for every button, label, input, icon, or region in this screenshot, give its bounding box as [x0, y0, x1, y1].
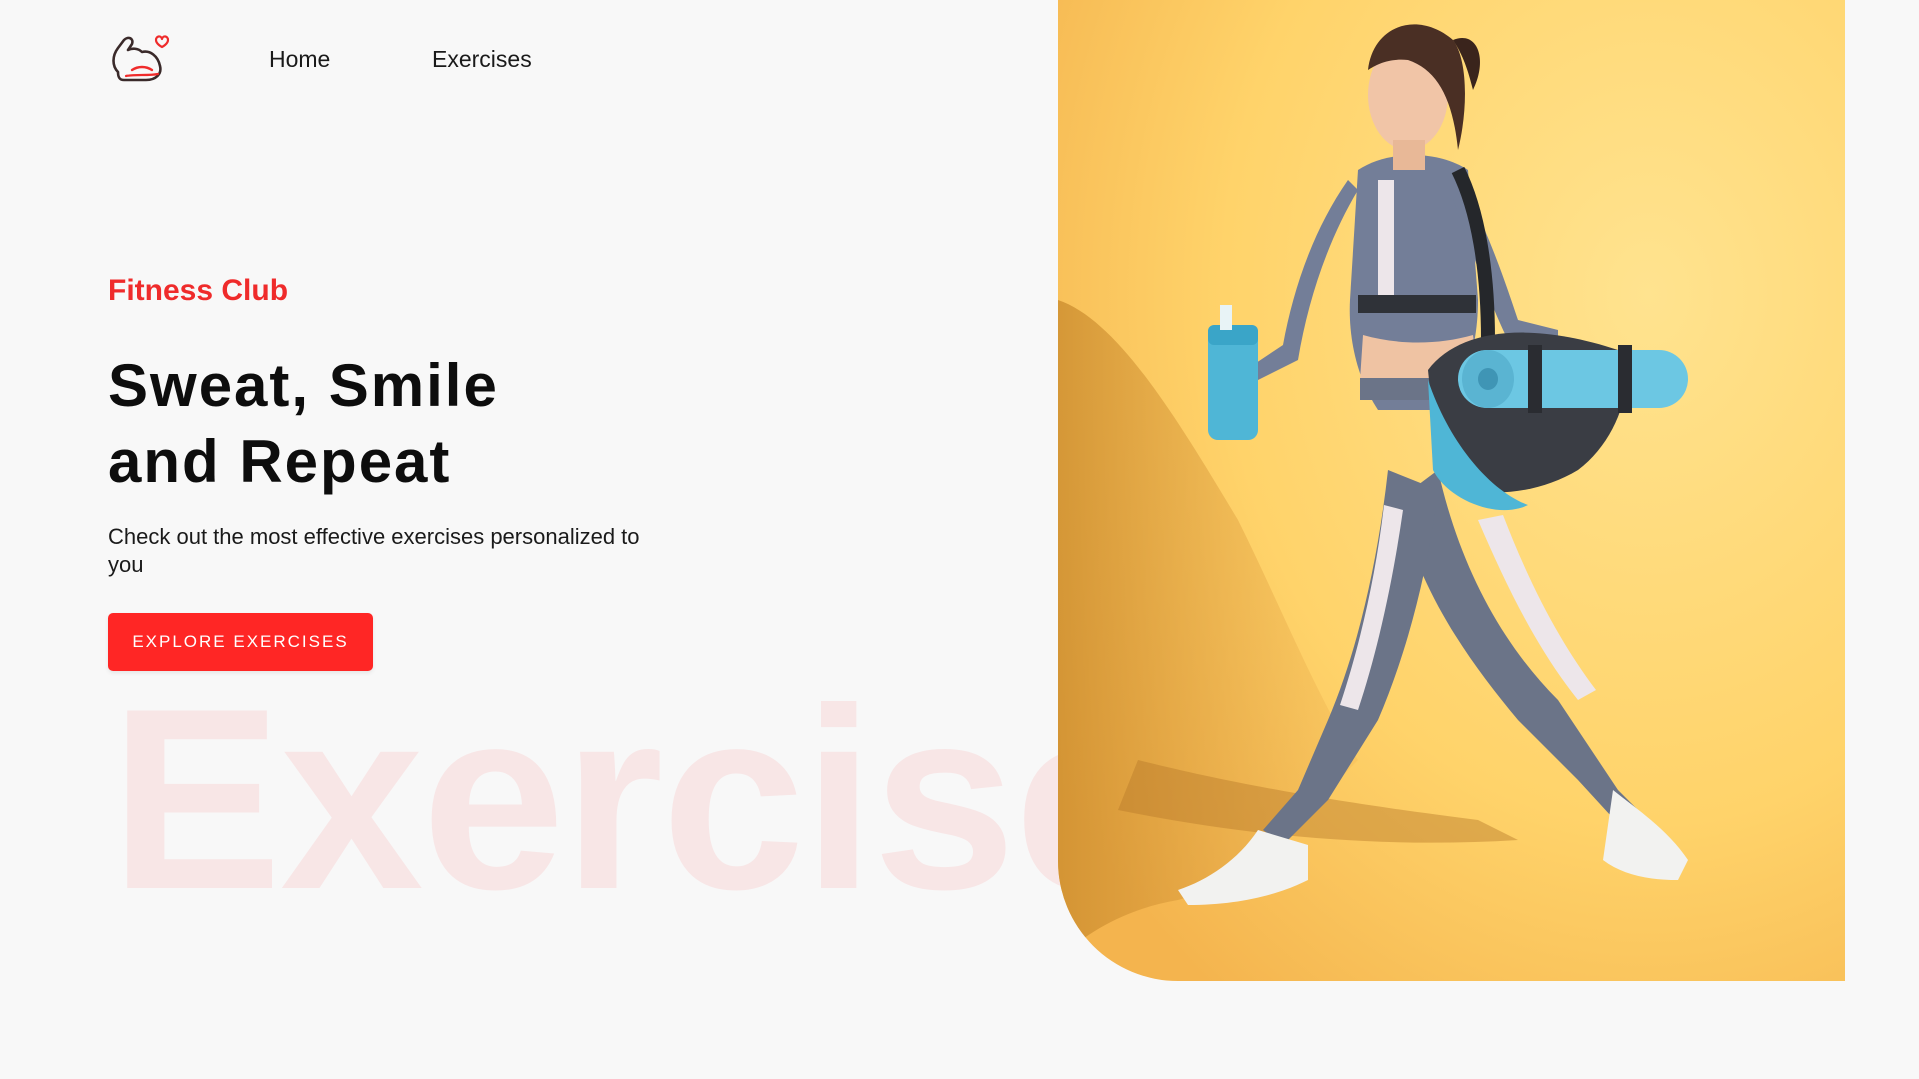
- flexed-bicep-heart-icon: [112, 35, 170, 82]
- watermark-text: Exercise: [110, 654, 1158, 943]
- woman-walking-with-gym-bag-illustration: [1058, 0, 1845, 981]
- hero-headline-line1: Sweat, Smile: [108, 352, 499, 419]
- nav-link-home[interactable]: Home: [269, 46, 330, 73]
- nav-link-exercises[interactable]: Exercises: [432, 46, 532, 73]
- page: Home Exercises Exercise Fitness Club Swe…: [0, 0, 1919, 1079]
- hero-banner-image: [1058, 0, 1845, 981]
- hero-headline-line2: and Repeat: [108, 428, 452, 495]
- hero-eyebrow: Fitness Club: [108, 274, 289, 307]
- explore-exercises-button[interactable]: EXPLORE EXERCISES: [108, 613, 373, 671]
- hero-subtext: Check out the most effective exercises p…: [108, 524, 640, 577]
- logo-link[interactable]: [108, 30, 170, 86]
- hero-headline: Sweat, Smile and Repeat: [108, 348, 499, 500]
